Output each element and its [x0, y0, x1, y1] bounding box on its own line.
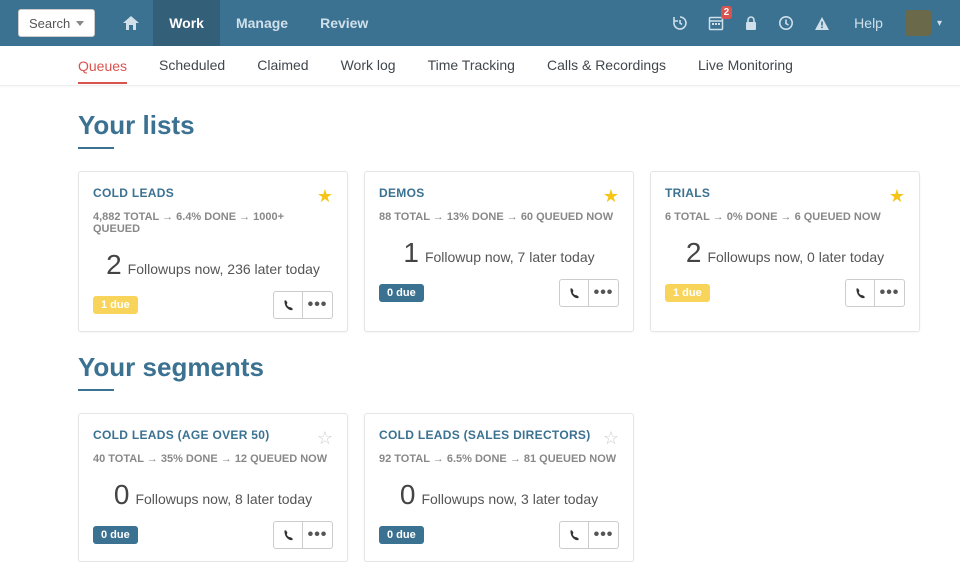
segments-cards: COLD LEADS (AGE OVER 50) ☆ 40 TOTAL → 35% … — [78, 413, 942, 562]
section-title-segments: Your segments — [78, 352, 942, 383]
calendar-badge: 2 — [721, 6, 733, 19]
card-title[interactable]: COLD LEADS (SALES DIRECTORS) — [379, 428, 591, 442]
due-badge[interactable]: 0 due — [93, 526, 138, 544]
more-button[interactable]: ••• — [589, 279, 619, 307]
more-button[interactable]: ••• — [875, 279, 905, 307]
subnav-item[interactable]: Time Tracking — [428, 57, 515, 75]
star-icon[interactable]: ☆ — [317, 428, 333, 449]
subnav-item[interactable]: Scheduled — [159, 57, 225, 75]
queue-card: COLD LEADS (AGE OVER 50) ☆ 40 TOTAL → 35% … — [78, 413, 348, 562]
subnav-item[interactable]: Work log — [341, 57, 396, 75]
star-icon[interactable]: ★ — [603, 186, 619, 207]
subnav-item[interactable]: Calls & Recordings — [547, 57, 666, 75]
followup-text: Followups now, 236 later today — [128, 261, 320, 277]
alert-icon[interactable] — [804, 0, 840, 46]
followup-count: 2 — [686, 237, 702, 269]
followup-count: 0 — [400, 479, 416, 511]
queue-card: TRIALS ★ 6 TOTAL → 0% DONE → 6 QUEUED NOW 2… — [650, 171, 920, 332]
section-title-lists: Your lists — [78, 110, 942, 141]
queue-card: COLD LEADS ★ 4,882 TOTAL → 6.4% DONE → 100… — [78, 171, 348, 332]
due-badge[interactable]: 1 due — [93, 296, 138, 314]
star-icon[interactable]: ★ — [889, 186, 905, 207]
due-badge[interactable]: 1 due — [665, 284, 710, 302]
section-underline — [78, 389, 114, 391]
card-title[interactable]: COLD LEADS — [93, 186, 174, 200]
help-link[interactable]: Help — [840, 15, 897, 31]
card-title[interactable]: DEMOS — [379, 186, 425, 200]
call-button[interactable] — [273, 291, 303, 319]
avatar[interactable] — [905, 10, 931, 36]
followup-count: 2 — [106, 249, 122, 281]
followup-count: 0 — [114, 479, 130, 511]
card-stats: 6 TOTAL → 0% DONE → 6 QUEUED NOW — [665, 211, 905, 223]
history-icon[interactable] — [662, 0, 698, 46]
card-title[interactable]: TRIALS — [665, 186, 710, 200]
calendar-icon[interactable]: 2 — [698, 0, 734, 46]
subnav: Queues Scheduled Claimed Work log Time Track… — [0, 46, 960, 86]
queue-card: COLD LEADS (SALES DIRECTORS) ☆ 92 TOTAL → … — [364, 413, 634, 562]
due-badge[interactable]: 0 due — [379, 526, 424, 544]
section-underline — [78, 147, 114, 149]
queue-card: DEMOS ★ 88 TOTAL → 13% DONE → 60 QUEUED NO… — [364, 171, 634, 332]
lists-cards: COLD LEADS ★ 4,882 TOTAL → 6.4% DONE → 100… — [78, 171, 942, 332]
more-button[interactable]: ••• — [589, 521, 619, 549]
followup-text: Followups now, 3 later today — [421, 491, 598, 507]
card-stats: 40 TOTAL → 35% DONE → 12 QUEUED NOW — [93, 453, 333, 465]
card-stats: 4,882 TOTAL → 6.4% DONE → 1000+ QUEUED — [93, 211, 333, 235]
home-icon[interactable] — [109, 16, 153, 30]
nav-primary: WorkManageReview — [153, 0, 384, 46]
more-button[interactable]: ••• — [303, 291, 333, 319]
followup-text: Followups now, 0 later today — [707, 249, 884, 265]
search-select-label: Search — [29, 16, 70, 31]
call-button[interactable] — [559, 521, 589, 549]
star-icon[interactable]: ☆ — [603, 428, 619, 449]
card-title[interactable]: COLD LEADS (AGE OVER 50) — [93, 428, 270, 442]
clock-icon[interactable] — [768, 0, 804, 46]
nav-link-review[interactable]: Review — [304, 0, 384, 46]
followup-count: 1 — [403, 237, 419, 269]
call-button[interactable] — [845, 279, 875, 307]
call-button[interactable] — [559, 279, 589, 307]
call-button[interactable] — [273, 521, 303, 549]
subnav-item[interactable]: Queues — [78, 58, 127, 84]
due-badge[interactable]: 0 due — [379, 284, 424, 302]
nav-link-work[interactable]: Work — [153, 0, 220, 46]
followup-text: Followup now, 7 later today — [425, 249, 595, 265]
card-stats: 92 TOTAL → 6.5% DONE → 81 QUEUED NOW — [379, 453, 619, 465]
search-select[interactable]: Search — [18, 9, 95, 37]
subnav-item[interactable]: Live Monitoring — [698, 57, 793, 75]
nav-link-manage[interactable]: Manage — [220, 0, 304, 46]
card-stats: 88 TOTAL → 13% DONE → 60 QUEUED NOW — [379, 211, 619, 223]
user-menu-caret[interactable]: ▾ — [937, 18, 942, 29]
subnav-item[interactable]: Claimed — [257, 57, 308, 75]
topbar: Search WorkManageReview 2 Help ▾ — [0, 0, 960, 46]
star-icon[interactable]: ★ — [317, 186, 333, 207]
more-button[interactable]: ••• — [303, 521, 333, 549]
caret-down-icon — [76, 21, 84, 26]
followup-text: Followups now, 8 later today — [135, 491, 312, 507]
lock-icon[interactable] — [734, 0, 768, 46]
content: Your lists COLD LEADS ★ 4,882 TOTAL → 6.4%… — [0, 86, 960, 562]
